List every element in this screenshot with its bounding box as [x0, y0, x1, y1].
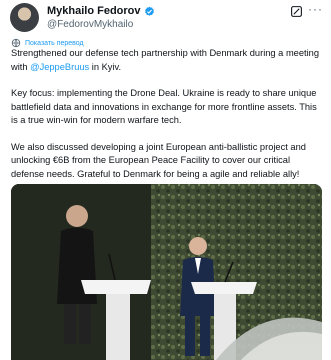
tweet-photo[interactable]: [11, 184, 322, 360]
author-display-name[interactable]: Mykhailo Fedorov: [47, 5, 141, 17]
tweet-paragraph-3: We also discussed developing a joint Eur…: [11, 141, 306, 179]
grok-icon[interactable]: [290, 5, 303, 18]
more-icon[interactable]: ···: [308, 3, 323, 16]
tweet-paragraph-1: Strengthened our defense tech partnershi…: [11, 48, 320, 72]
avatar[interactable]: [10, 3, 39, 32]
mention-link[interactable]: @JeppeBruus: [30, 62, 89, 72]
tweet-body: Strengthened our defense tech partnershi…: [11, 47, 323, 194]
verified-badge-icon: [144, 6, 154, 16]
author-name-row: Mykhailo Fedorov: [47, 5, 155, 17]
tweet-paragraph-2: Key focus: implementing the Drone Deal. …: [11, 88, 317, 125]
show-translation-label: Показать перевод: [25, 39, 84, 47]
author-handle[interactable]: @FedorovMykhailo: [47, 19, 133, 30]
tweet-header: Mykhailo Fedorov @FedorovMykhailo ···: [10, 3, 325, 33]
